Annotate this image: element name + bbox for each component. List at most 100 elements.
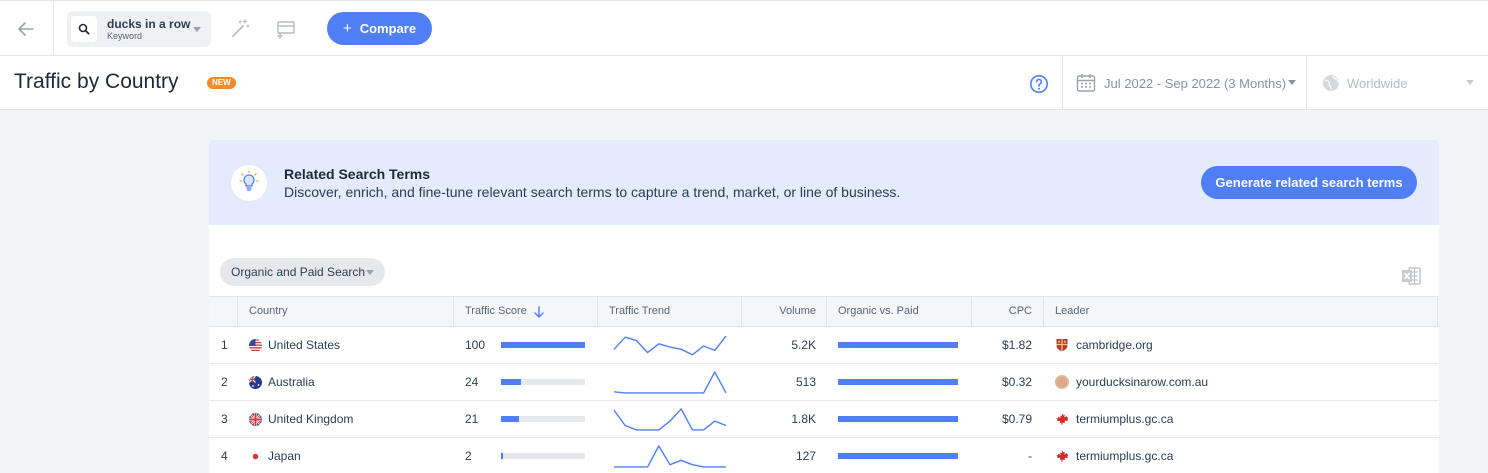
- traffic-table-card: Organic and Paid Search Country Traffic …: [209, 225, 1439, 473]
- traffic-score-bar: [501, 453, 585, 459]
- lightbulb-icon: [231, 165, 267, 201]
- compare-label: Compare: [359, 21, 417, 36]
- filter-label: Organic and Paid Search: [231, 265, 366, 279]
- table-row[interactable]: 4 Japan 2 127 - termiumplus.gc.ca: [209, 438, 1439, 473]
- column-divider: [1437, 297, 1438, 326]
- traffic-trend-sparkline: [613, 408, 727, 431]
- magic-wand-icon[interactable]: [228, 17, 252, 41]
- top-toolbar: ducks in a row Keyword + Compare: [0, 0, 1488, 57]
- excel-export-icon[interactable]: [1400, 265, 1422, 287]
- row-rank: 2: [221, 375, 228, 389]
- row-rank: 3: [221, 412, 228, 426]
- keyword-chip[interactable]: ducks in a row Keyword: [67, 11, 211, 47]
- search-type-filter[interactable]: Organic and Paid Search: [220, 258, 385, 286]
- row-cpc: $0.32: [1001, 375, 1032, 389]
- column-header-country[interactable]: Country: [249, 297, 288, 326]
- row-traffic-score: 100: [465, 338, 486, 352]
- column-header-organic-vs-paid[interactable]: Organic vs. Paid: [838, 297, 919, 326]
- au-flag-icon: [249, 376, 262, 389]
- row-leader-link[interactable]: cambridge.org: [1076, 327, 1153, 363]
- column-divider: [237, 297, 238, 326]
- keyword-type: Keyword: [107, 31, 143, 41]
- column-divider: [1043, 297, 1044, 326]
- plus-icon: +: [342, 20, 352, 37]
- row-cpc: $1.82: [1001, 338, 1032, 352]
- chevron-down-icon[interactable]: [193, 27, 201, 32]
- compare-button[interactable]: + Compare: [327, 12, 432, 45]
- row-country[interactable]: Japan: [268, 438, 301, 473]
- table-header: Country Traffic Score Traffic Trend Volu…: [209, 296, 1439, 327]
- table-row[interactable]: 3 United Kingdom 21 1.8K $0.79 termiumplus.gc…: [209, 401, 1439, 438]
- row-volume: 1.8K: [791, 412, 816, 426]
- jp-flag-icon: [249, 450, 262, 463]
- row-volume: 127: [795, 449, 816, 463]
- traffic-score-fill: [501, 379, 522, 385]
- sort-descending-icon[interactable]: [533, 305, 545, 319]
- header-divider: [1306, 56, 1307, 110]
- column-divider: [453, 297, 454, 326]
- column-header-volume[interactable]: Volume: [741, 297, 816, 326]
- organic-vs-paid-bar: [838, 453, 958, 459]
- globe-icon: [1323, 75, 1339, 91]
- traffic-trend-sparkline: [614, 445, 726, 468]
- column-header-leader: Leader: [1055, 305, 1090, 317]
- us-flag-icon: [249, 339, 262, 352]
- traffic-score-fill: [501, 342, 585, 348]
- row-country[interactable]: Australia: [268, 364, 315, 400]
- region-select[interactable]: Worldwide: [1347, 76, 1407, 91]
- table-row[interactable]: 1 United States 100 5.2K $1.82 cambridge.org: [209, 327, 1439, 364]
- row-volume: 513: [795, 375, 816, 389]
- row-volume: 5.2K: [791, 338, 816, 352]
- page-title: Traffic by Country: [14, 70, 179, 93]
- organic-vs-paid-bar: [838, 342, 958, 348]
- generate-related-terms-button[interactable]: Generate related search terms: [1201, 166, 1417, 199]
- traffic-score-fill: [501, 453, 503, 459]
- page-header: Traffic by Country NEW Jul 2022 - Sep 20…: [0, 56, 1488, 110]
- row-cpc: -: [1028, 449, 1032, 463]
- site-avatar-icon: [1055, 375, 1069, 389]
- date-range-select[interactable]: Jul 2022 - Sep 2022 (3 Months): [1104, 76, 1286, 91]
- column-header-traffic-trend: Traffic Trend: [609, 305, 671, 317]
- column-header-cpc[interactable]: CPC: [971, 297, 1032, 326]
- shield-crest-icon: [1055, 338, 1069, 352]
- row-leader-link[interactable]: termiumplus.gc.ca: [1076, 401, 1173, 437]
- traffic-score-fill: [501, 416, 519, 422]
- organic-vs-paid-bar: [838, 379, 958, 385]
- toolbar-divider: [53, 1, 54, 57]
- traffic-trend-sparkline: [613, 371, 727, 394]
- uk-flag-icon: [249, 413, 262, 426]
- keyword-term: ducks in a row: [107, 17, 191, 31]
- row-cpc: $0.79: [1001, 412, 1032, 426]
- row-country[interactable]: United States: [268, 327, 340, 363]
- maple-leaf-icon: [1055, 412, 1069, 426]
- table-row[interactable]: 2 Australia 24 513 $0.32 yourducksinarow.com.…: [209, 364, 1439, 401]
- row-rank: 1: [221, 338, 228, 352]
- row-rank: 4: [221, 449, 228, 463]
- back-arrow-icon[interactable]: [14, 17, 38, 41]
- header-divider: [1062, 56, 1063, 110]
- chevron-down-icon: [366, 270, 374, 275]
- column-header-traffic-score[interactable]: Traffic Score: [465, 297, 527, 326]
- add-site-icon[interactable]: [274, 17, 298, 41]
- traffic-trend-sparkline: [613, 335, 727, 356]
- row-traffic-score: 2: [465, 449, 472, 463]
- related-terms-banner: Related Search Terms Discover, enrich, a…: [209, 140, 1439, 225]
- traffic-score-bar: [501, 379, 585, 385]
- search-icon: [71, 16, 97, 42]
- row-country[interactable]: United Kingdom: [268, 401, 353, 437]
- banner-title: Related Search Terms: [284, 166, 431, 182]
- help-icon[interactable]: [1029, 74, 1049, 94]
- row-leader-link[interactable]: yourducksinarow.com.au: [1076, 364, 1208, 400]
- new-badge: NEW: [207, 77, 236, 89]
- traffic-score-bar: [501, 342, 585, 348]
- maple-leaf-icon: [1055, 449, 1069, 463]
- row-traffic-score: 21: [465, 412, 479, 426]
- row-traffic-score: 24: [465, 375, 479, 389]
- column-divider: [597, 297, 598, 326]
- banner-description: Discover, enrich, and fine-tune relevant…: [284, 184, 901, 200]
- chevron-down-icon[interactable]: [1288, 80, 1296, 85]
- calendar-icon[interactable]: [1076, 73, 1096, 93]
- organic-vs-paid-bar: [838, 416, 958, 422]
- chevron-down-icon[interactable]: [1466, 80, 1474, 85]
- row-leader-link[interactable]: termiumplus.gc.ca: [1076, 438, 1173, 473]
